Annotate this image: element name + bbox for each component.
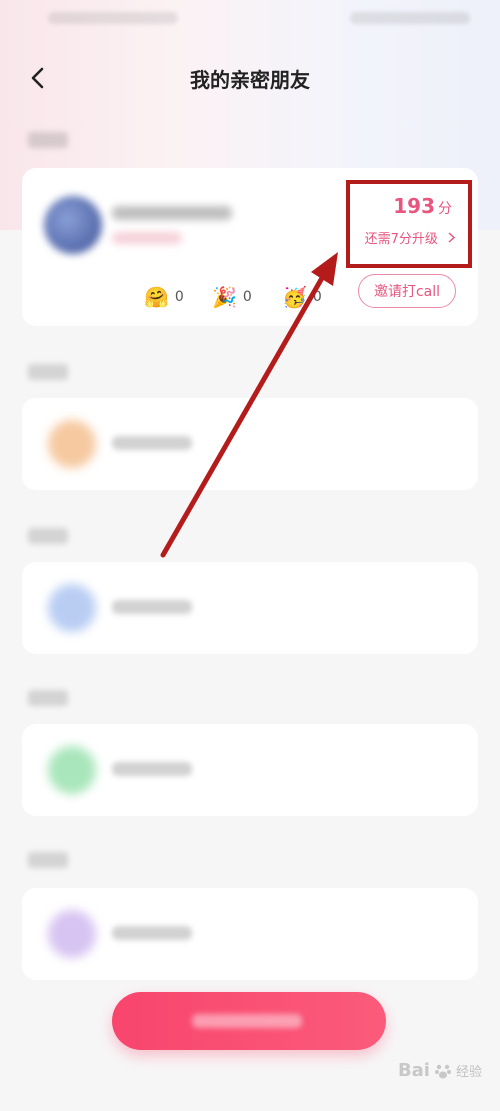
slot-icon — [48, 910, 96, 958]
watermark-sub: 经验 — [455, 1065, 482, 1080]
primary-action-button[interactable] — [112, 992, 386, 1050]
section-label-blurred — [28, 690, 68, 706]
slot-label-blurred — [112, 926, 192, 940]
annotation-arrow-icon — [160, 252, 338, 558]
friend-slot[interactable] — [22, 724, 478, 816]
watermark: Bai 经验 — [398, 1060, 482, 1081]
section-label-blurred — [28, 852, 68, 868]
button-label-blurred — [192, 1014, 302, 1028]
watermark-brand: Bai — [397, 1060, 430, 1081]
slot-label-blurred — [112, 600, 192, 614]
slot-label-blurred — [112, 762, 192, 776]
paw-icon — [434, 1064, 451, 1078]
slot-icon — [48, 746, 96, 794]
friend-slot[interactable] — [22, 888, 478, 980]
